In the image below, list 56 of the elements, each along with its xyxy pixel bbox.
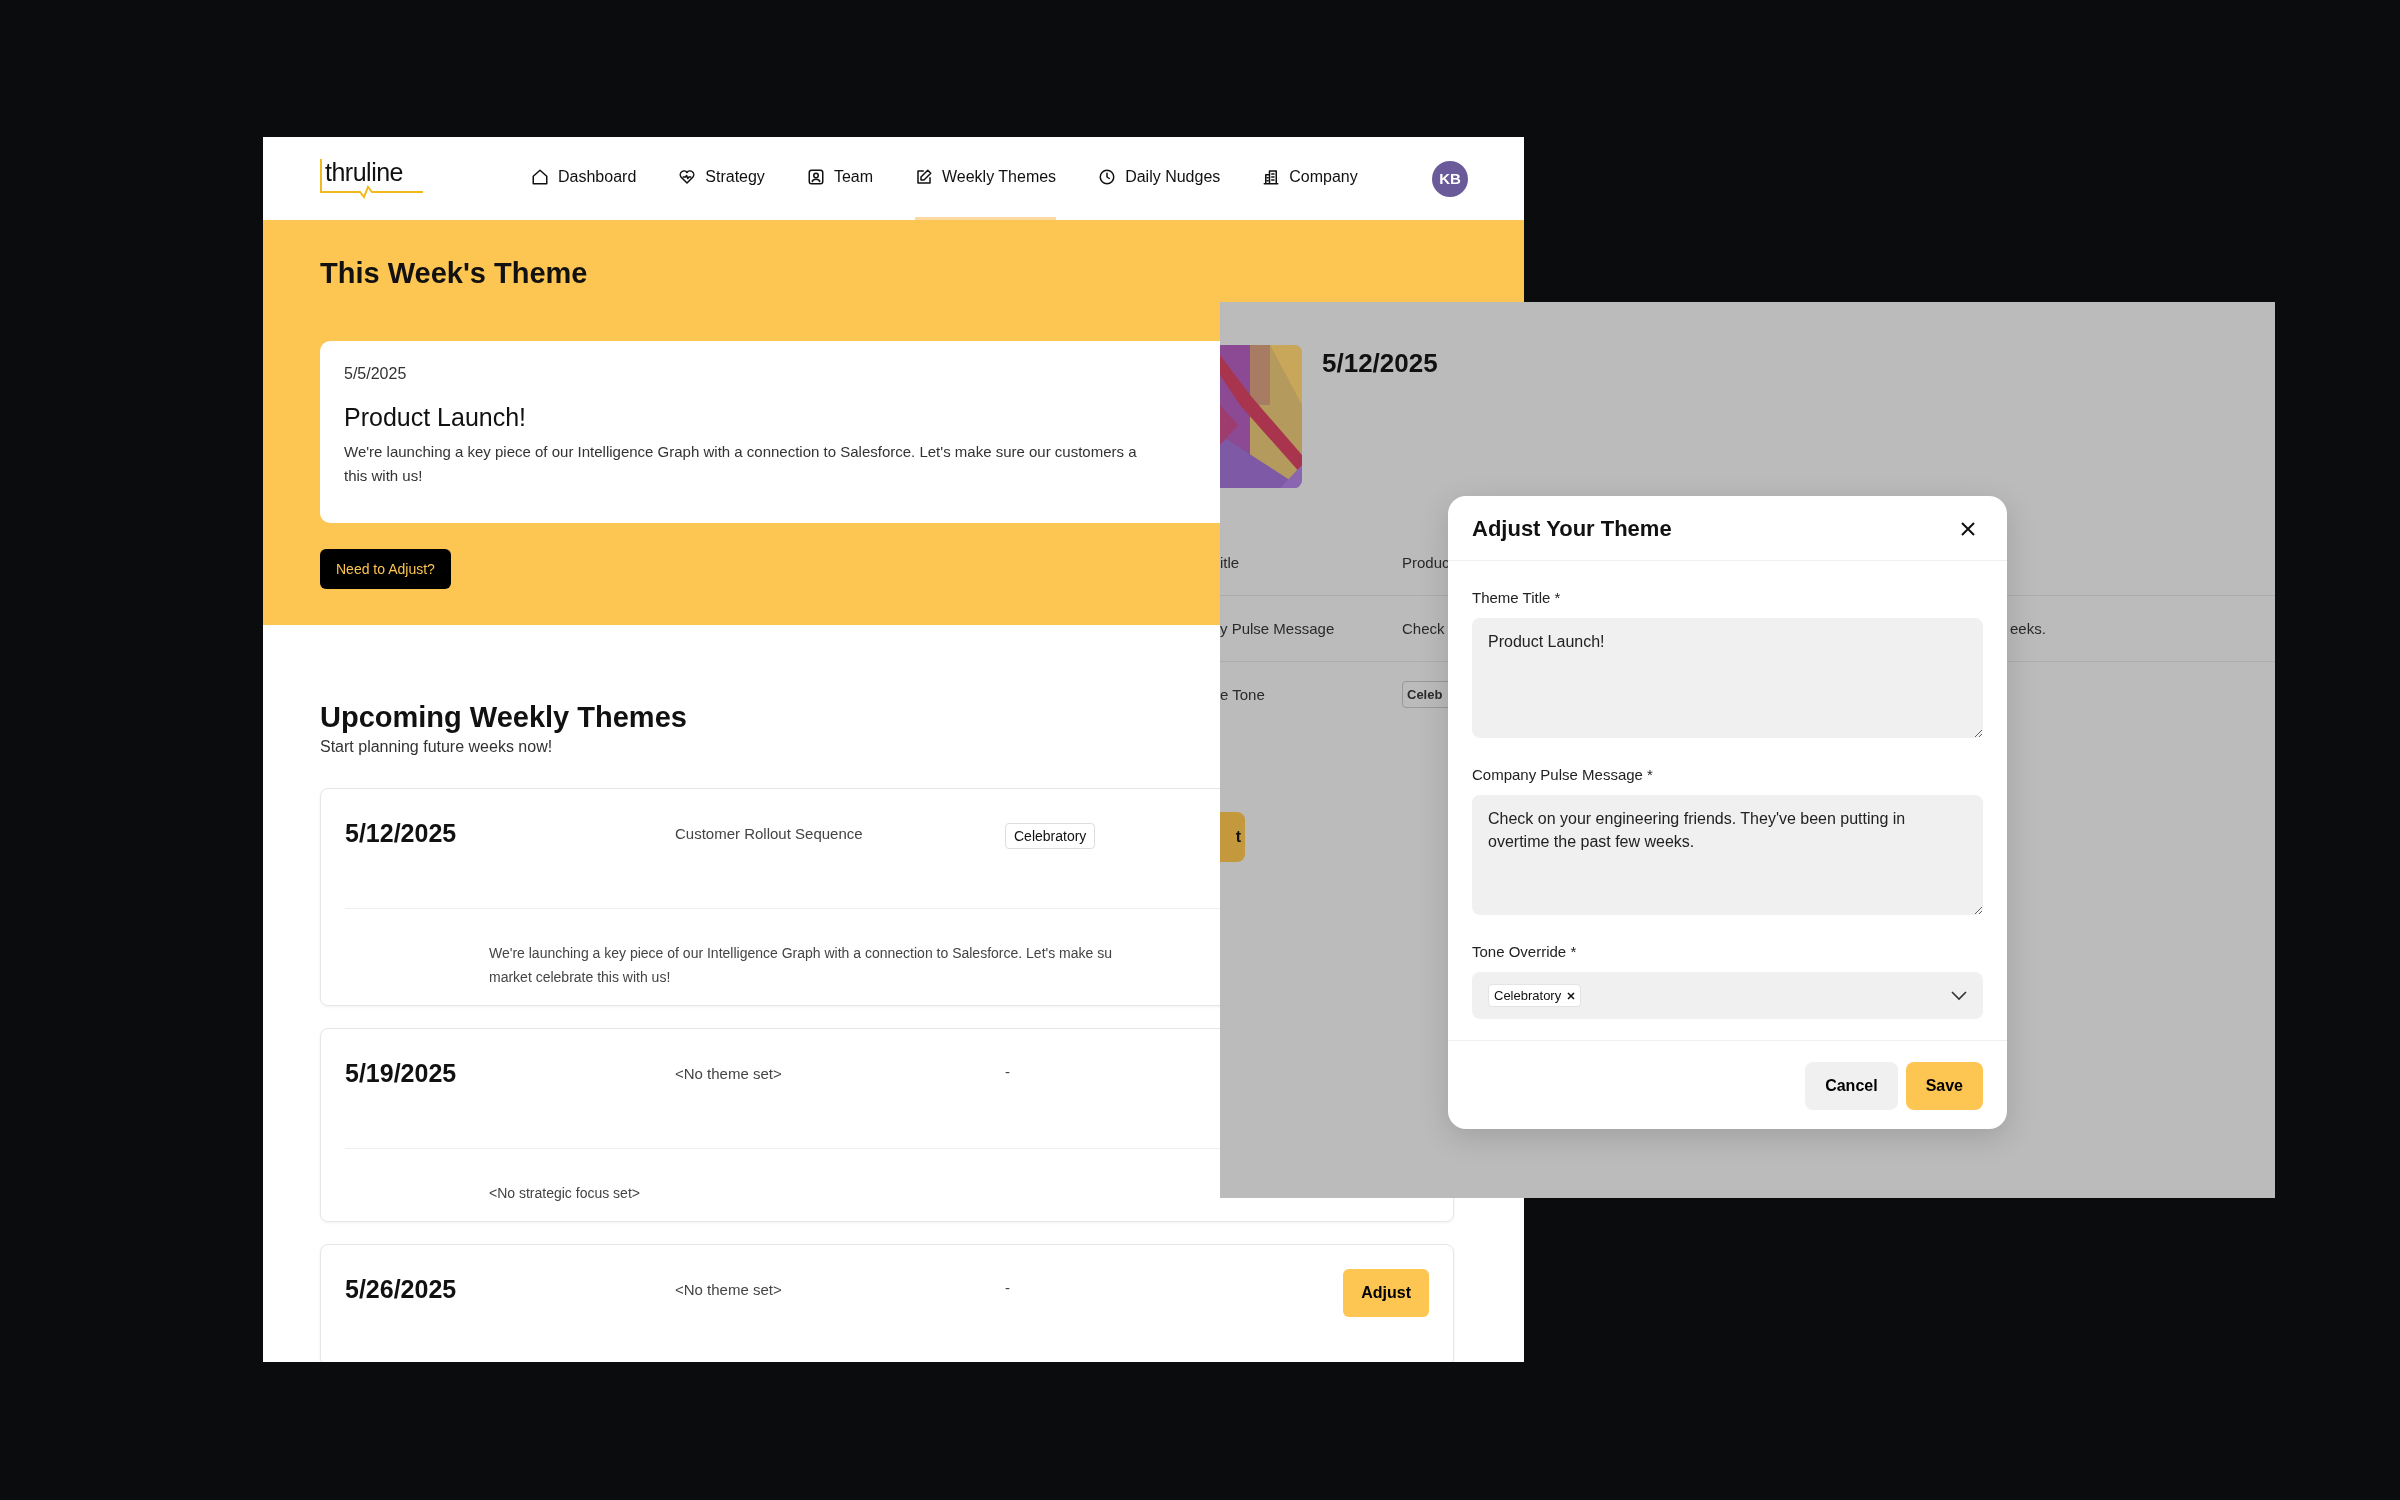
edit-icon <box>915 168 933 186</box>
avatar[interactable]: KB <box>1432 160 1468 197</box>
week-date: 5/26/2025 <box>345 1275 458 1304</box>
detail-date: 5/12/2025 <box>1322 348 1438 379</box>
adjust-button[interactable]: Adjust <box>1343 1269 1429 1317</box>
focus-text: <No strategic focus set> <box>489 1184 641 1203</box>
field-label: Tone Override * <box>1472 943 1578 960</box>
tone-chip[interactable]: Celebratory <box>1488 984 1582 1007</box>
tone-text: - <box>1005 1279 1010 1296</box>
home-icon <box>531 168 549 186</box>
field-label: itle <box>1220 554 1241 571</box>
person-icon <box>806 168 825 186</box>
focus-text: market celebrate this with us! <box>489 968 672 987</box>
close-icon[interactable] <box>1961 522 1975 536</box>
nav-item[interactable]: Strategy <box>678 137 765 220</box>
chevron-down-icon <box>1951 990 1967 1001</box>
adjust-button[interactable]: t <box>1220 812 1245 862</box>
section-subtitle: Start planning future weeks now! <box>320 738 554 756</box>
week-date: 5/19/2025 <box>345 1059 458 1088</box>
heart-icon <box>678 168 697 186</box>
text-area[interactable]: Check on your engineering friends. They've been putting in overtime the past few weeks. <box>1472 795 1983 915</box>
nav-item[interactable]: Dashboard <box>531 137 637 220</box>
field-value: eeks. <box>2010 620 2046 637</box>
field-value: Produc <box>1402 554 1450 571</box>
select-field[interactable]: Celebratory <box>1472 972 1983 1019</box>
adjust-button[interactable]: Need to Adjust? <box>320 549 451 589</box>
week-theme-title: <No theme set> <box>675 1280 783 1298</box>
section-title: This Week's Theme <box>320 256 589 290</box>
save-button[interactable]: Save <box>1905 1062 1983 1110</box>
theme-message: We're launching a key piece of our Intelligence Graph with a connection to Salesforce. Let's make sure our customers a <box>344 442 1138 462</box>
pulse-line-icon <box>320 184 424 199</box>
logo-text[interactable]: thruline <box>320 158 424 185</box>
theme-message: this with us! <box>344 466 424 486</box>
week-theme-title: Customer Rollout Sequence <box>675 824 864 842</box>
tone-tag: Celebratory <box>1005 823 1096 849</box>
field-value: Check <box>1402 620 1445 637</box>
tone-text: - <box>1005 1063 1010 1080</box>
building-icon <box>1262 168 1281 186</box>
field-label: Theme Title * <box>1472 589 1562 606</box>
nav-item[interactable]: Team <box>806 137 873 220</box>
focus-text: We're launching a key piece of our Intelligence Graph with a connection to Salesforce. Let's make su <box>489 944 1113 963</box>
field-label: Company Pulse Message * <box>1472 766 1654 783</box>
cancel-button[interactable]: Cancel <box>1805 1062 1898 1110</box>
field-label: e Tone <box>1220 686 1266 703</box>
theme-date: 5/5/2025 <box>344 365 408 383</box>
week-date: 5/12/2025 <box>345 819 458 848</box>
section-title: Upcoming Weekly Themes <box>320 700 688 734</box>
nav-item[interactable]: Company <box>1262 137 1358 220</box>
dialog-title: Adjust Your Theme <box>1472 516 1672 542</box>
nav-item[interactable]: Daily Nudges <box>1098 137 1221 220</box>
clock-icon <box>1098 168 1117 186</box>
remove-icon[interactable] <box>1567 991 1576 1000</box>
field-label: y Pulse Message <box>1220 620 1336 637</box>
week-theme-title: <No theme set> <box>675 1064 783 1082</box>
theme-title: Product Launch! <box>344 403 528 432</box>
text-area[interactable]: Product Launch! <box>1472 618 1983 738</box>
